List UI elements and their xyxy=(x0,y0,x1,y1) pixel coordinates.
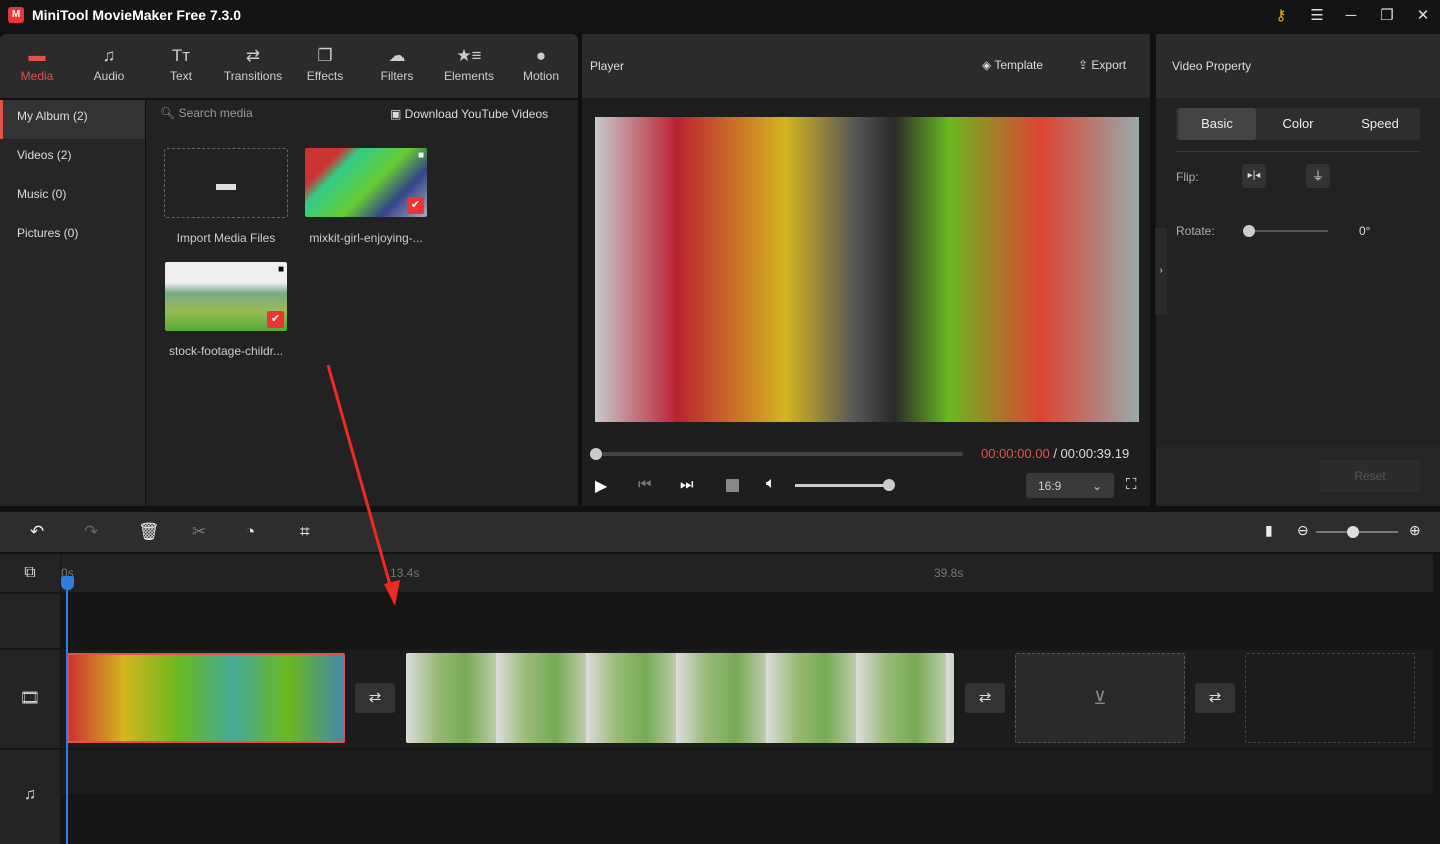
annotation-arrow xyxy=(326,364,400,606)
